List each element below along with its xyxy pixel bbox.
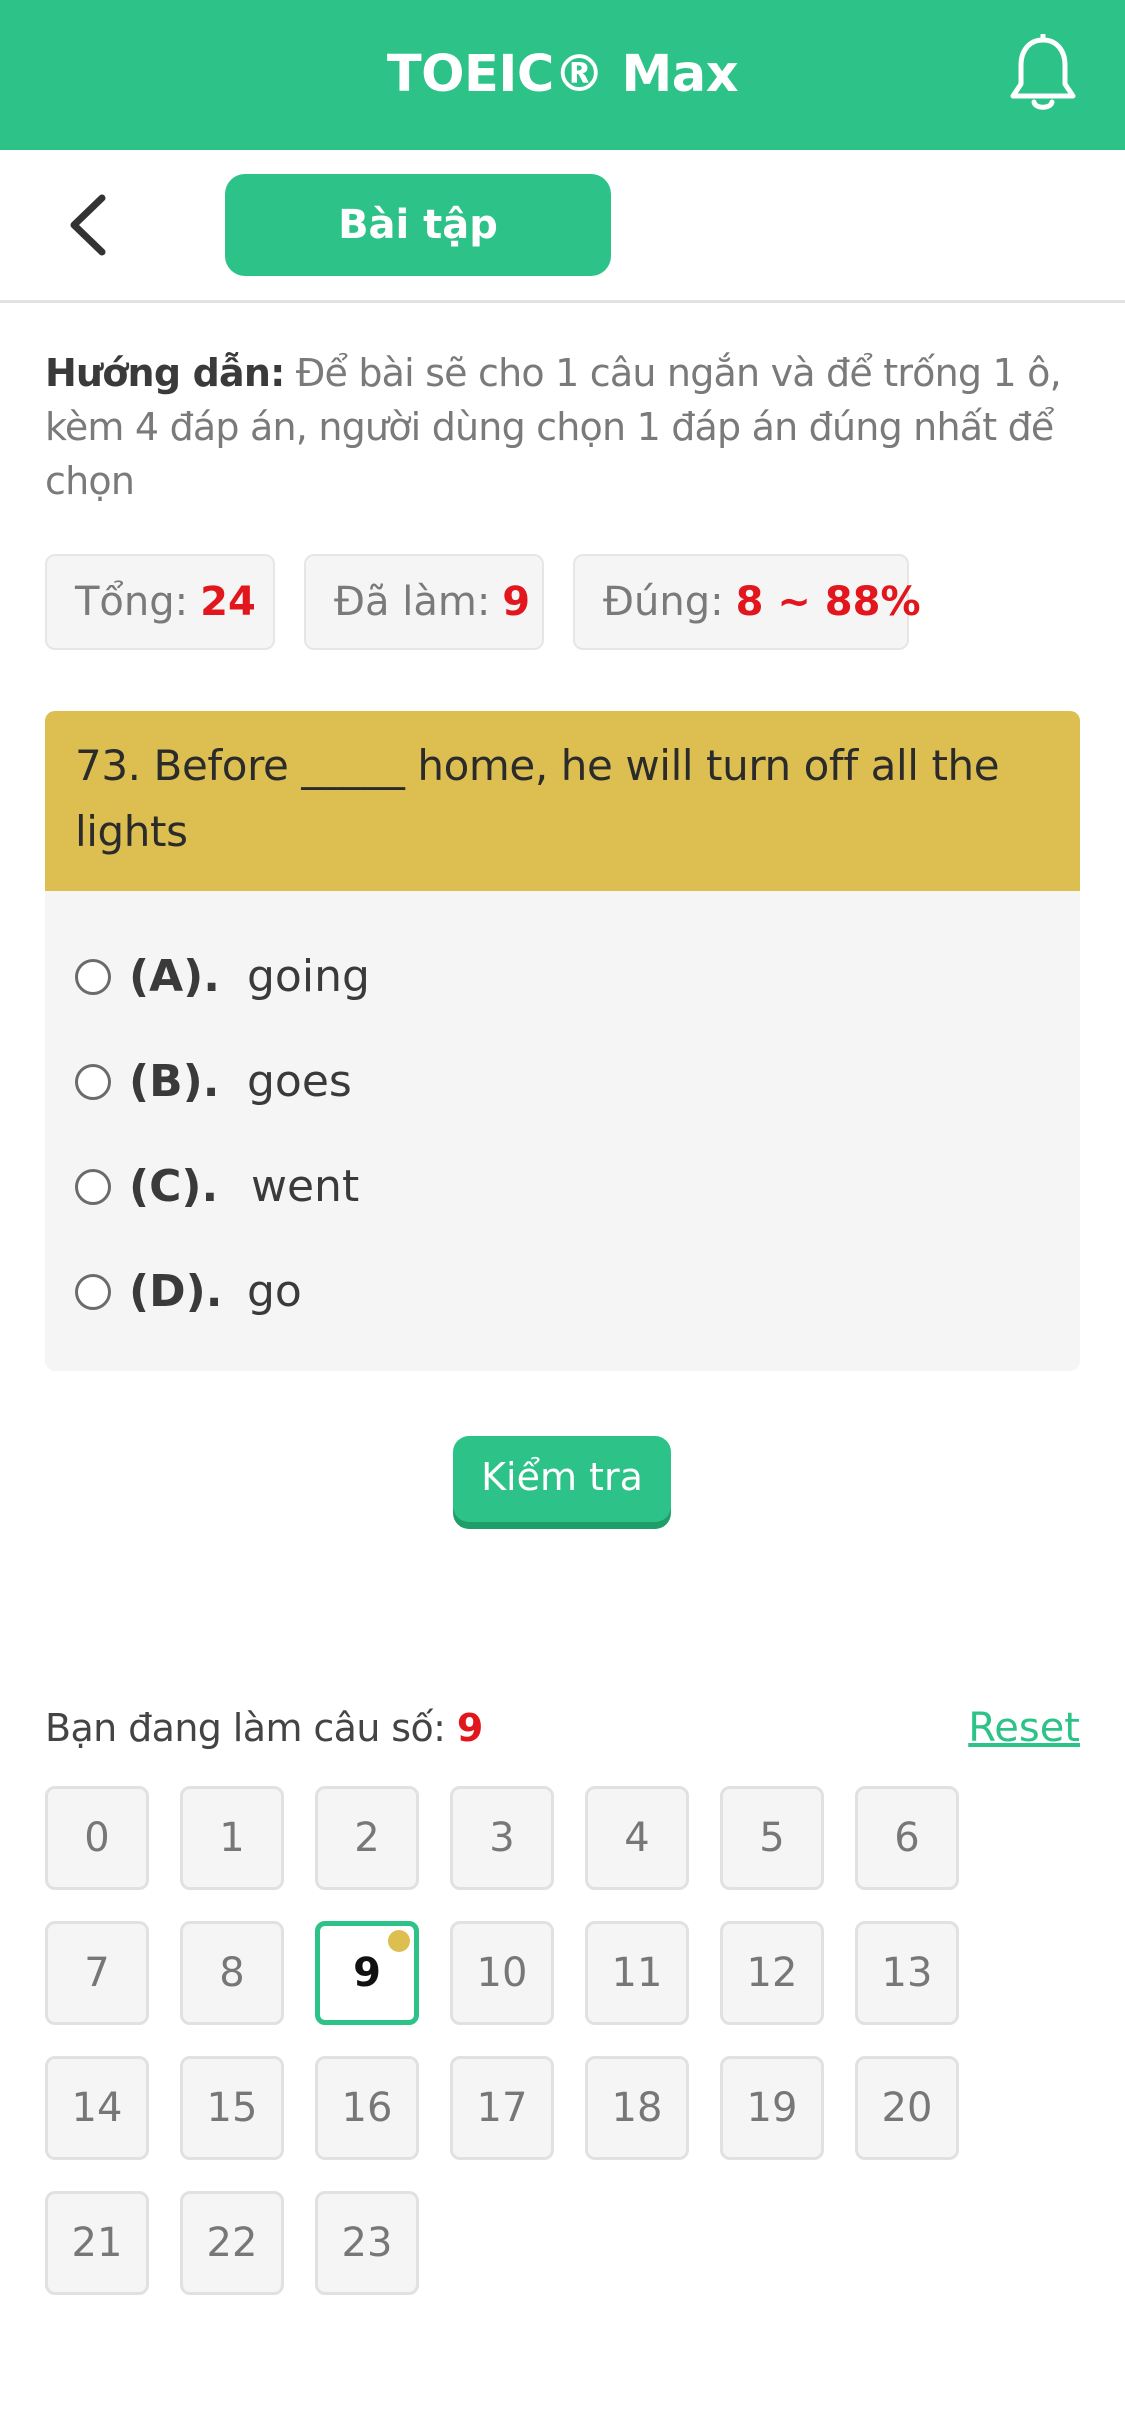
- option-text: going: [247, 951, 370, 1002]
- question-number-cell[interactable]: 22: [180, 2191, 284, 2295]
- stat-correct: Đúng: 8 ~ 88%: [573, 554, 921, 650]
- option-b[interactable]: (B). goes: [75, 1049, 975, 1119]
- stat-total-value: 24: [200, 579, 256, 625]
- question-number-cell[interactable]: 12: [720, 1921, 824, 2025]
- question-number-cell[interactable]: 14: [45, 2056, 149, 2160]
- question-header: 73. Before _____ home, he will turn off …: [45, 711, 1080, 891]
- question-number-cell[interactable]: 10: [450, 1921, 554, 2025]
- question-number-cell[interactable]: 23: [315, 2191, 419, 2295]
- question-number-cell[interactable]: 3: [450, 1786, 554, 1890]
- instructions-label: Hướng dẫn:: [45, 351, 285, 395]
- bell-icon[interactable]: [1005, 32, 1081, 114]
- question-number-cell[interactable]: 8: [180, 1921, 284, 2025]
- question-number-cell[interactable]: 16: [315, 2056, 419, 2160]
- current-question-label: Bạn đang làm câu số:: [45, 1706, 446, 1750]
- question-card: 73. Before _____ home, he will turn off …: [45, 711, 1080, 1371]
- chevron-left-icon[interactable]: [60, 192, 120, 258]
- question-number-cell[interactable]: 15: [180, 2056, 284, 2160]
- reset-link[interactable]: Reset: [968, 1700, 1080, 1756]
- app-title: TOEIC® Max: [386, 45, 739, 104]
- stat-correct-label: Đúng:: [603, 579, 724, 625]
- stat-done-value: 9: [502, 579, 531, 625]
- option-letter: (A).: [129, 951, 220, 1002]
- stat-total-label: Tổng:: [75, 579, 189, 625]
- question-number-cell[interactable]: 20: [855, 2056, 959, 2160]
- option-d[interactable]: (D). go: [75, 1259, 975, 1329]
- question-number-cell[interactable]: 18: [585, 2056, 689, 2160]
- current-question-indicator: Bạn đang làm câu số: 9: [45, 1700, 483, 1756]
- stat-done: Đã làm: 9: [304, 554, 544, 650]
- option-c[interactable]: (C). went: [75, 1154, 975, 1224]
- check-button[interactable]: Kiểm tra: [453, 1436, 671, 1522]
- question-number-cell[interactable]: 13: [855, 1921, 959, 2025]
- option-a[interactable]: (A). going: [75, 944, 975, 1014]
- cell-number: 9: [353, 1950, 381, 1996]
- stat-total: Tổng: 24: [45, 554, 275, 650]
- question-number-cell[interactable]: 11: [585, 1921, 689, 2025]
- question-number-cell[interactable]: 9: [315, 1921, 419, 2025]
- tab-exercise[interactable]: Bài tập: [225, 174, 611, 276]
- question-text: 73. Before _____ home, he will turn off …: [75, 741, 1000, 856]
- option-letter: (D).: [129, 1266, 223, 1317]
- option-letter: (C).: [129, 1161, 219, 1212]
- question-number-cell[interactable]: 7: [45, 1921, 149, 2025]
- option-text: went: [251, 1161, 360, 1212]
- question-number-cell[interactable]: 0: [45, 1786, 149, 1890]
- current-question-number: 9: [456, 1706, 483, 1750]
- question-number-cell[interactable]: 19: [720, 2056, 824, 2160]
- option-letter: (B).: [129, 1056, 220, 1107]
- stat-done-label: Đã làm:: [334, 579, 491, 625]
- current-marker-dot: [388, 1930, 410, 1952]
- option-text: go: [247, 1266, 302, 1317]
- radio-button[interactable]: [75, 1169, 111, 1205]
- stat-correct-value: 8 ~ 88%: [735, 579, 921, 625]
- radio-button[interactable]: [75, 1274, 111, 1310]
- instructions: Hướng dẫn: Để bài sẽ cho 1 câu ngắn và đ…: [45, 346, 1085, 508]
- radio-button[interactable]: [75, 1064, 111, 1100]
- radio-button[interactable]: [75, 959, 111, 995]
- question-number-cell[interactable]: 17: [450, 2056, 554, 2160]
- question-number-cell[interactable]: 4: [585, 1786, 689, 1890]
- question-number-cell[interactable]: 2: [315, 1786, 419, 1890]
- question-number-cell[interactable]: 1: [180, 1786, 284, 1890]
- question-number-cell[interactable]: 5: [720, 1786, 824, 1890]
- question-number-cell[interactable]: 6: [855, 1786, 959, 1890]
- question-number-cell[interactable]: 21: [45, 2191, 149, 2295]
- option-text: goes: [247, 1056, 352, 1107]
